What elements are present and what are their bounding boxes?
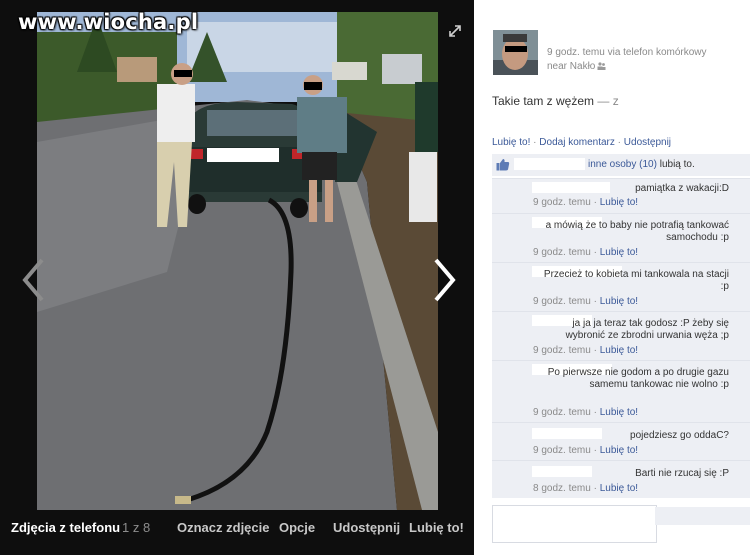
avatar[interactable] [493, 30, 538, 75]
comment-like-link[interactable]: Lubię to! [600, 247, 638, 258]
likes-suffix: lubią to. [659, 159, 695, 170]
comment-like-link[interactable]: Lubię to! [600, 296, 638, 307]
comment-text: Przecież to kobieta mi tankowala na stac… [543, 269, 729, 292]
comment-text: pamiątka z wakacji:D [635, 183, 729, 194]
like-button[interactable]: Lubię to! [409, 520, 464, 535]
comment-timestamp: 9 godz. temu [533, 247, 591, 258]
likes-summary: inne osoby (10) lubią to. [492, 154, 750, 176]
comment-timestamp: 9 godz. temu [533, 407, 591, 418]
separator: · [617, 137, 621, 148]
comment-text: a mówią że to baby nie potrafią tankować… [545, 220, 729, 243]
watermark: www.wiocha.pl [18, 10, 199, 34]
post-like-link[interactable]: Lubię to! [492, 137, 530, 148]
photo-viewer: www.wiocha.pl Zdjęcia z telefonu 1 z 8 O… [0, 0, 474, 555]
comment-item: pojedziesz go oddaC? 9 godz. temu · Lubi… [492, 422, 750, 460]
options-button[interactable]: Opcje [279, 520, 315, 535]
thumbs-up-icon [496, 159, 510, 171]
expand-icon[interactable] [449, 24, 461, 37]
post-caption: Takie tam z wężem — z [492, 94, 619, 108]
add-comment-link[interactable]: Dodaj komentarz [539, 137, 615, 148]
viewer-toolbar: Zdjęcia z telefonu 1 z 8 Oznacz zdjęcie … [0, 510, 474, 555]
comment-item: Barti nie rzucaj się :P 8 godz. temu · L… [492, 460, 750, 498]
post-actions: Lubię to! · Dodaj komentarz · Udostępnij [492, 137, 671, 148]
caption-text: Takie tam z wężem [492, 94, 595, 108]
comment-like-link[interactable]: Lubię to! [600, 197, 638, 208]
previous-photo-arrow-icon[interactable] [20, 257, 46, 303]
post-location[interactable]: near Nakło [547, 61, 595, 72]
share-button[interactable]: Udostępnij [333, 520, 400, 535]
likers-name[interactable] [514, 158, 585, 170]
comment-timestamp: 9 godz. temu [533, 345, 591, 356]
photo[interactable] [37, 12, 438, 510]
comment-text: ja ja ja teraz tak godosz :P żeby się wy… [565, 318, 729, 341]
album-link[interactable]: Zdjęcia z telefonu [11, 520, 120, 535]
comment-text: Barti nie rzucaj się :P [635, 468, 729, 479]
separator: · [533, 137, 537, 148]
comments-panel: 9 godz. temu via telefon komórkowy near … [474, 12, 750, 555]
next-photo-arrow-icon[interactable] [432, 257, 458, 303]
comment-timestamp: 9 godz. temu [533, 296, 591, 307]
likers-link[interactable]: inne osoby (10) [588, 159, 657, 170]
comment-timestamp: 9 godz. temu [533, 445, 591, 456]
post-meta: 9 godz. temu via telefon komórkowy near … [547, 46, 707, 74]
comment-text: Po pierwsze nie godom a po drugie gazu s… [547, 367, 729, 390]
tag-photo-button[interactable]: Oznacz zdjęcie [177, 520, 269, 535]
comment-item: Przecież to kobieta mi tankowala na stac… [492, 262, 750, 311]
friends-icon [597, 62, 606, 70]
comment-like-link[interactable]: Lubię to! [600, 483, 638, 494]
comment-input-strip [655, 507, 750, 525]
post-timestamp: 9 godz. temu via telefon komórkowy [547, 47, 707, 58]
caption-with: — z [597, 94, 619, 108]
photo-counter: 1 z 8 [122, 520, 151, 535]
comment-timestamp: 9 godz. temu [533, 197, 591, 208]
comment-text: pojedziesz go oddaC? [630, 430, 729, 441]
comment-like-link[interactable]: Lubię to! [600, 407, 638, 418]
comment-input[interactable] [492, 505, 657, 543]
post-share-link[interactable]: Udostępnij [624, 137, 671, 148]
comment-like-link[interactable]: Lubię to! [600, 445, 638, 456]
comment-like-link[interactable]: Lubię to! [600, 345, 638, 356]
comment-item: ja ja ja teraz tak godosz :P żeby się wy… [492, 311, 750, 360]
comment-timestamp: 8 godz. temu [533, 483, 591, 494]
photo-image [37, 12, 438, 510]
comment-item: Po pierwsze nie godom a po drugie gazu s… [492, 360, 750, 422]
comment-item: a mówią że to baby nie potrafią tankować… [492, 213, 750, 262]
